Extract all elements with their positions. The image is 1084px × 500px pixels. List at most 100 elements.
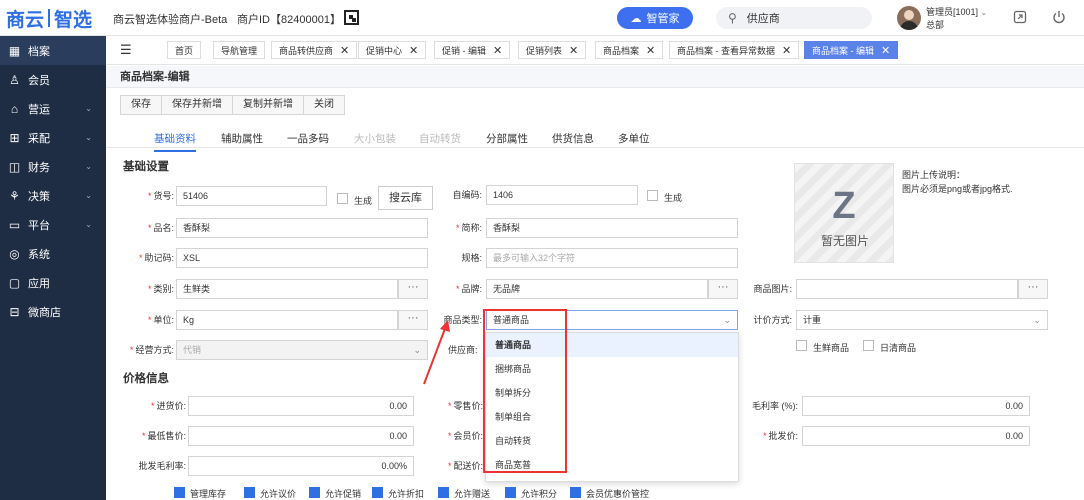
tab-multi-code[interactable]: 一品多码: [287, 131, 329, 146]
zuidi-input[interactable]: 0.00: [188, 426, 414, 446]
qr-code-icon[interactable]: [344, 10, 359, 25]
merchant-id: 商户ID【82400001】: [237, 14, 341, 26]
tab-multi-unit[interactable]: 多单位: [618, 131, 650, 146]
pinpai-picker-button[interactable]: ···: [708, 279, 738, 299]
close-icon[interactable]: ✕: [881, 44, 890, 57]
fresh-goods-checkbox[interactable]: [796, 340, 807, 351]
generate-checkbox[interactable]: [337, 193, 348, 204]
wallet-icon: ◫: [8, 159, 21, 174]
sidebar-item-finance[interactable]: ◫ 财务 ⌄: [0, 152, 106, 181]
zhujima-input[interactable]: XSL: [176, 248, 428, 268]
jingying-select: 代销 ⌄: [176, 340, 428, 360]
sidebar-item-decision[interactable]: ⚘ 决策 ⌄: [0, 181, 106, 210]
close-icon[interactable]: ✕: [340, 44, 349, 57]
save-and-new-button[interactable]: 保存并新增: [162, 96, 233, 114]
tab-aux-attr[interactable]: 辅助属性: [221, 131, 263, 146]
ai-assistant-button[interactable]: ☁ 智管家: [617, 7, 693, 29]
avatar[interactable]: [897, 6, 921, 30]
sidebar-item-apps[interactable]: ▢ 应用: [0, 268, 106, 297]
sidebar: ▦ 档案 ♙ 会员 ⌂ 营运 ⌄ ⊞ 采配 ⌄ ◫ 财务 ⌄ ⚘ 决策 ⌄ ▭ 平台 ⌄ ◎ 系统 ▢ 应用…: [0, 36, 106, 500]
pifa-input[interactable]: 0.00: [802, 426, 1030, 446]
goods-image-placeholder[interactable]: Z 暂无图片: [794, 163, 894, 263]
fresh-goods-label: 生鲜商品: [813, 343, 850, 353]
allow-points-checkbox[interactable]: [505, 487, 516, 498]
sidebar-item-operation[interactable]: ⌂ 营运 ⌄: [0, 94, 106, 123]
allow-promo-checkbox[interactable]: [309, 487, 320, 498]
leibie-input[interactable]: 生鲜类: [176, 279, 398, 299]
allow-bargain-checkbox[interactable]: [244, 487, 255, 498]
action-toolbar: 保存 保存并新增 复制并新增 关闭: [120, 95, 345, 115]
sidebar-item-archive[interactable]: ▦ 档案: [0, 36, 106, 65]
guige-input[interactable]: 最多可输入32个字符: [486, 248, 738, 268]
label-maoli: 毛利率 (%):: [752, 401, 798, 411]
sidebar-item-label: 会员: [28, 74, 50, 87]
image-note-body: 图片必须是png或者jpg格式.: [902, 184, 1013, 194]
pricing-select[interactable]: 计重 ⌄: [796, 310, 1048, 330]
image-note-title: 图片上传说明：: [902, 170, 966, 180]
danwei-input[interactable]: Kg: [176, 310, 398, 330]
close-icon[interactable]: ✕: [493, 44, 502, 57]
pricing-value: 计重: [803, 315, 822, 325]
jinhuo-input[interactable]: 0.00: [188, 396, 414, 416]
allow-discount-checkbox[interactable]: [372, 487, 383, 498]
jingying-value: 代销: [183, 345, 202, 355]
tab-nav-manage[interactable]: 导航管理: [213, 41, 266, 59]
maoli-input[interactable]: 0.00: [802, 396, 1030, 416]
tab-branch-attr[interactable]: 分部属性: [486, 131, 528, 146]
close-button[interactable]: 关闭: [304, 96, 344, 114]
tab-goods-edit[interactable]: 商品档案 - 编辑 ✕: [804, 41, 899, 59]
sidebar-item-platform[interactable]: ▭ 平台 ⌄: [0, 210, 106, 239]
user-dept: 总部: [926, 20, 945, 30]
tab-promo-edit[interactable]: 促销 - 编辑 ✕: [434, 41, 511, 59]
tab-goods-archive[interactable]: 商品档案 ✕: [595, 41, 664, 59]
close-icon[interactable]: ✕: [646, 44, 655, 57]
tab-goods-to-supplier[interactable]: 商品转供应商 ✕: [271, 41, 358, 59]
grid-icon: ▦: [8, 43, 21, 58]
pifamaoli-input[interactable]: 0.00%: [188, 456, 414, 476]
generate-checkbox-2[interactable]: [647, 190, 658, 201]
tab-promo-center[interactable]: 促销中心 ✕: [358, 41, 427, 59]
zibianma-input[interactable]: 1406: [486, 185, 638, 205]
leibie-picker-button[interactable]: ···: [398, 279, 428, 299]
sidebar-item-microstore[interactable]: ⊟ 微商店: [0, 297, 106, 326]
allow-discount-label: 允许折扣: [388, 489, 425, 499]
goods-image-input[interactable]: [796, 279, 1018, 299]
member-price-control-checkbox[interactable]: [570, 487, 581, 498]
allow-promo-label: 允许促销: [325, 489, 362, 499]
sidebar-item-label: 应用: [28, 277, 50, 290]
tab-basic[interactable]: 基础资料: [154, 131, 196, 152]
power-icon[interactable]: [1052, 10, 1066, 24]
copy-and-new-button[interactable]: 复制并新增: [233, 96, 304, 114]
tab-home[interactable]: 首页: [167, 41, 202, 59]
pinpai-input[interactable]: 无品牌: [486, 279, 708, 299]
search-cloud-library-button[interactable]: 搜云库: [378, 186, 433, 210]
close-icon[interactable]: ✕: [569, 44, 578, 57]
allow-gift-checkbox[interactable]: [438, 487, 449, 498]
manage-stock-checkbox[interactable]: [174, 487, 185, 498]
label-goods-image: 商品图片:: [753, 284, 792, 294]
daily-clear-checkbox[interactable]: [863, 340, 874, 351]
save-button[interactable]: 保存: [121, 96, 162, 114]
close-icon[interactable]: ✕: [409, 44, 418, 57]
huohao-input[interactable]: 51406: [176, 186, 327, 206]
tab-goods-abnormal[interactable]: 商品档案 - 查看异常数据 ✕: [669, 41, 800, 59]
goods-image-picker-button[interactable]: ···: [1018, 279, 1048, 299]
search-input-text[interactable]: 供应商: [747, 10, 780, 26]
jiancheng-input[interactable]: 香酥梨: [486, 218, 738, 238]
tab-label: 导航管理: [221, 45, 258, 56]
close-icon[interactable]: ✕: [782, 44, 791, 57]
label-leibie: * 类别:: [147, 284, 174, 294]
tab-promo-list[interactable]: 促销列表 ✕: [518, 41, 587, 59]
pinming-input[interactable]: 香酥梨: [176, 218, 428, 238]
menu-toggle-icon[interactable]: ☰: [120, 43, 135, 56]
sidebar-item-purchase[interactable]: ⊞ 采配 ⌄: [0, 123, 106, 152]
chevron-down-icon: ⌄: [85, 104, 92, 113]
user-menu[interactable]: 管理员[1001] ⌄ 总部: [926, 6, 987, 31]
fullscreen-icon[interactable]: [1013, 10, 1027, 24]
brand-logo[interactable]: 商云 智选: [6, 6, 92, 31]
tab-supply-info[interactable]: 供货信息: [552, 131, 594, 146]
no-image-logo-icon: Z: [832, 185, 856, 227]
sidebar-item-member[interactable]: ♙ 会员: [0, 65, 106, 94]
global-search[interactable]: ⚲ 供应商: [716, 7, 872, 29]
sidebar-item-system[interactable]: ◎ 系统: [0, 239, 106, 268]
